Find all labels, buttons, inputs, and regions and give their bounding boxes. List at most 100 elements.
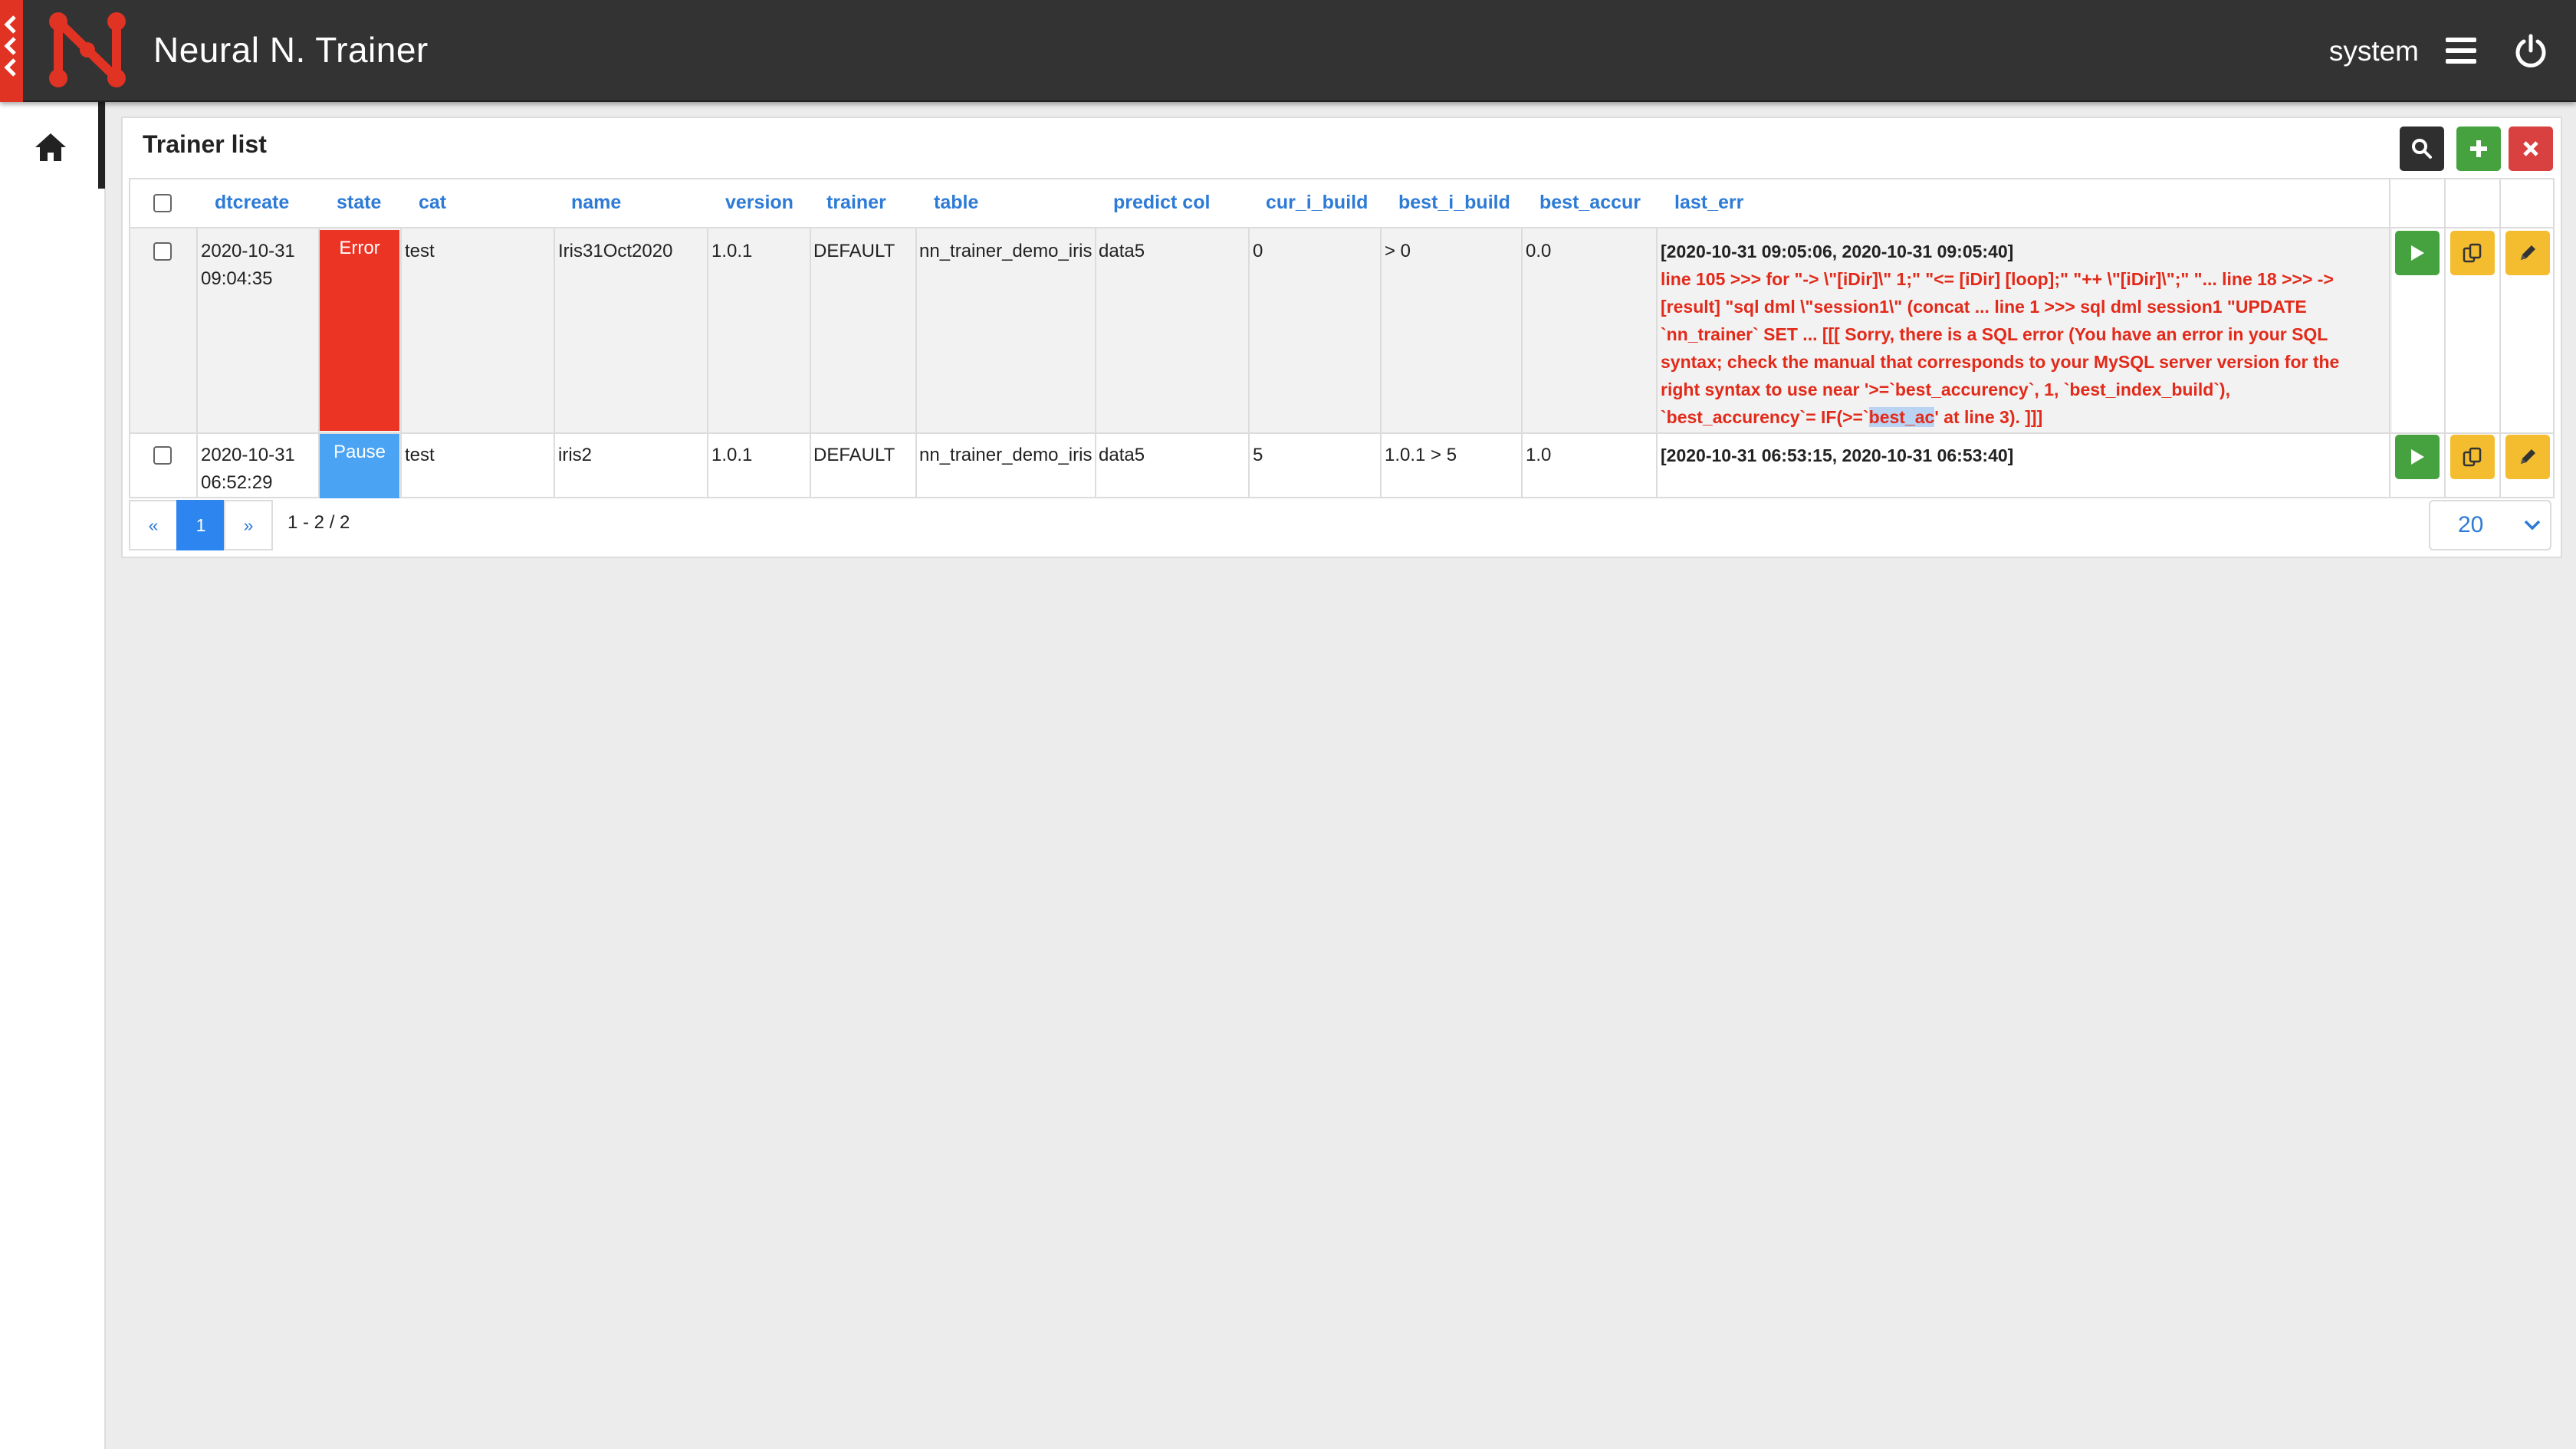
header-table[interactable]: table	[934, 192, 978, 214]
header-cat[interactable]: cat	[419, 192, 446, 214]
chevron-down-icon	[2524, 520, 2541, 531]
selected-text: best_ac	[1868, 407, 1935, 427]
cell-cur-i-build: 5	[1253, 445, 1263, 465]
add-trainer-button[interactable]	[2456, 127, 2501, 171]
pencil-icon	[2521, 245, 2535, 260]
pagination-prev[interactable]: «	[129, 500, 178, 550]
error-line-last: `best_accurency`= IF(>=`best_ac' at line…	[1661, 403, 2381, 431]
cell-best-i-build: 1.0.1 > 5	[1385, 445, 1457, 465]
row-select-checkbox[interactable]	[153, 446, 172, 465]
error-time-range: [2020-10-31 09:05:06, 2020-10-31 09:05:4…	[1661, 242, 2014, 261]
cell-best-accur: 1.0	[1526, 445, 1552, 465]
error-text: ' at line 3). ]]]	[1934, 407, 2043, 427]
cell-best-i-build: > 0	[1385, 241, 1411, 261]
edit-button[interactable]	[2505, 435, 2550, 479]
page-size-select[interactable]: 20	[2429, 500, 2551, 550]
col-divider	[2389, 178, 2390, 498]
cell-predict-col: data5	[1099, 445, 1145, 465]
page-size-value: 20	[2458, 512, 2484, 537]
header-name[interactable]: name	[571, 192, 621, 214]
hamburger-menu-icon[interactable]	[2444, 36, 2478, 65]
col-divider	[2444, 178, 2446, 498]
app-logo-icon	[49, 12, 126, 87]
col-divider	[400, 228, 402, 498]
header-best-accur[interactable]: best_accur	[1539, 192, 1641, 214]
cell-name: Iris31Oct2020	[558, 241, 673, 261]
home-icon[interactable]	[34, 132, 67, 163]
col-divider	[1380, 228, 1382, 498]
cell-time: 09:04:35	[201, 268, 273, 289]
delete-button[interactable]	[2509, 127, 2553, 171]
cell-best-accur: 0.0	[1526, 241, 1552, 261]
cell-time: 06:52:29	[201, 472, 273, 493]
run-button[interactable]	[2395, 435, 2440, 479]
error-line: line 105 >>> for "-> \"[iDir]\" 1;" "<= …	[1661, 269, 2334, 289]
header-last-err[interactable]: last_err	[1674, 192, 1743, 214]
status-label: Error	[339, 238, 380, 258]
cell-predict-col: data5	[1099, 241, 1145, 261]
status-label: Pause	[333, 442, 386, 462]
header-state[interactable]: state	[337, 192, 381, 214]
col-divider	[1095, 228, 1096, 498]
header-best-i-build[interactable]: best_i_build	[1398, 192, 1510, 214]
header-divider	[129, 227, 2555, 228]
col-divider	[1521, 228, 1523, 498]
header-version[interactable]: version	[725, 192, 794, 214]
cell-date: 2020-10-31	[201, 241, 295, 261]
sidebar	[0, 102, 106, 1449]
cell-date: 2020-10-31	[201, 445, 295, 465]
header-predict-col[interactable]: predict col	[1113, 192, 1210, 214]
col-divider	[1248, 228, 1250, 498]
header-trainer[interactable]: trainer	[826, 192, 886, 214]
error-line: right syntax to use near '>=`best_accure…	[1661, 380, 2230, 399]
top-bar: Neural N. Trainer system	[0, 0, 2576, 102]
cell-trainer: DEFAULT	[813, 445, 895, 465]
pagination-info: 1 - 2 / 2	[288, 512, 350, 533]
play-icon	[2411, 449, 2424, 465]
header-cur-i-build[interactable]: cur_i_build	[1266, 192, 1368, 214]
plus-icon	[2470, 140, 2487, 157]
copy-icon	[2463, 447, 2482, 467]
status-badge-pause: Pause	[320, 434, 399, 498]
error-line: [result] "sql dml \"session1\" (concat .…	[1661, 297, 2307, 317]
row-select-checkbox[interactable]	[153, 242, 172, 261]
col-divider	[915, 228, 917, 498]
cell-name: iris2	[558, 445, 593, 465]
pagination-page-1[interactable]: 1	[176, 500, 225, 550]
edit-button[interactable]	[2505, 231, 2550, 275]
cell-version: 1.0.1	[711, 241, 753, 261]
pencil-icon	[2521, 449, 2535, 464]
col-divider	[707, 228, 708, 498]
cell-last-err: [2020-10-31 09:05:06, 2020-10-31 09:05:4…	[1661, 238, 2381, 431]
run-button[interactable]	[2395, 231, 2440, 275]
search-button[interactable]	[2400, 127, 2444, 171]
row-divider	[129, 497, 2555, 498]
cell-cat: test	[405, 241, 435, 261]
col-divider	[1656, 228, 1658, 498]
play-icon	[2411, 245, 2424, 261]
col-divider	[554, 228, 555, 498]
app-title: Neural N. Trainer	[153, 30, 429, 70]
col-divider	[196, 228, 198, 498]
cell-last-err: [2020-10-31 06:53:15, 2020-10-31 06:53:4…	[1661, 445, 2014, 465]
sidebar-active-indicator	[98, 102, 105, 189]
search-icon	[2412, 139, 2432, 159]
select-all-checkbox[interactable]	[153, 194, 172, 212]
copy-button[interactable]	[2450, 231, 2495, 275]
error-line: `nn_trainer` SET ... [[[ Sorry, there is…	[1661, 324, 2328, 344]
cell-trainer: DEFAULT	[813, 241, 895, 261]
cell-cat: test	[405, 445, 435, 465]
col-divider	[810, 228, 811, 498]
user-name[interactable]: system	[2329, 35, 2419, 67]
cell-table: nn_trainer_demo_iris	[919, 445, 1092, 465]
copy-icon	[2463, 243, 2482, 263]
copy-button[interactable]	[2450, 435, 2495, 479]
cell-table: nn_trainer_demo_iris	[919, 241, 1092, 261]
error-text: `best_accurency`= IF(>=`	[1661, 407, 1869, 427]
error-line: syntax; check the manual that correspond…	[1661, 352, 2340, 372]
pagination-next[interactable]: »	[224, 500, 273, 550]
header-dtcreate[interactable]: dtcreate	[215, 192, 289, 214]
sidebar-collapse-toggle[interactable]	[0, 0, 23, 102]
collapse-chevrons-icon	[4, 15, 16, 77]
power-icon[interactable]	[2513, 34, 2548, 69]
